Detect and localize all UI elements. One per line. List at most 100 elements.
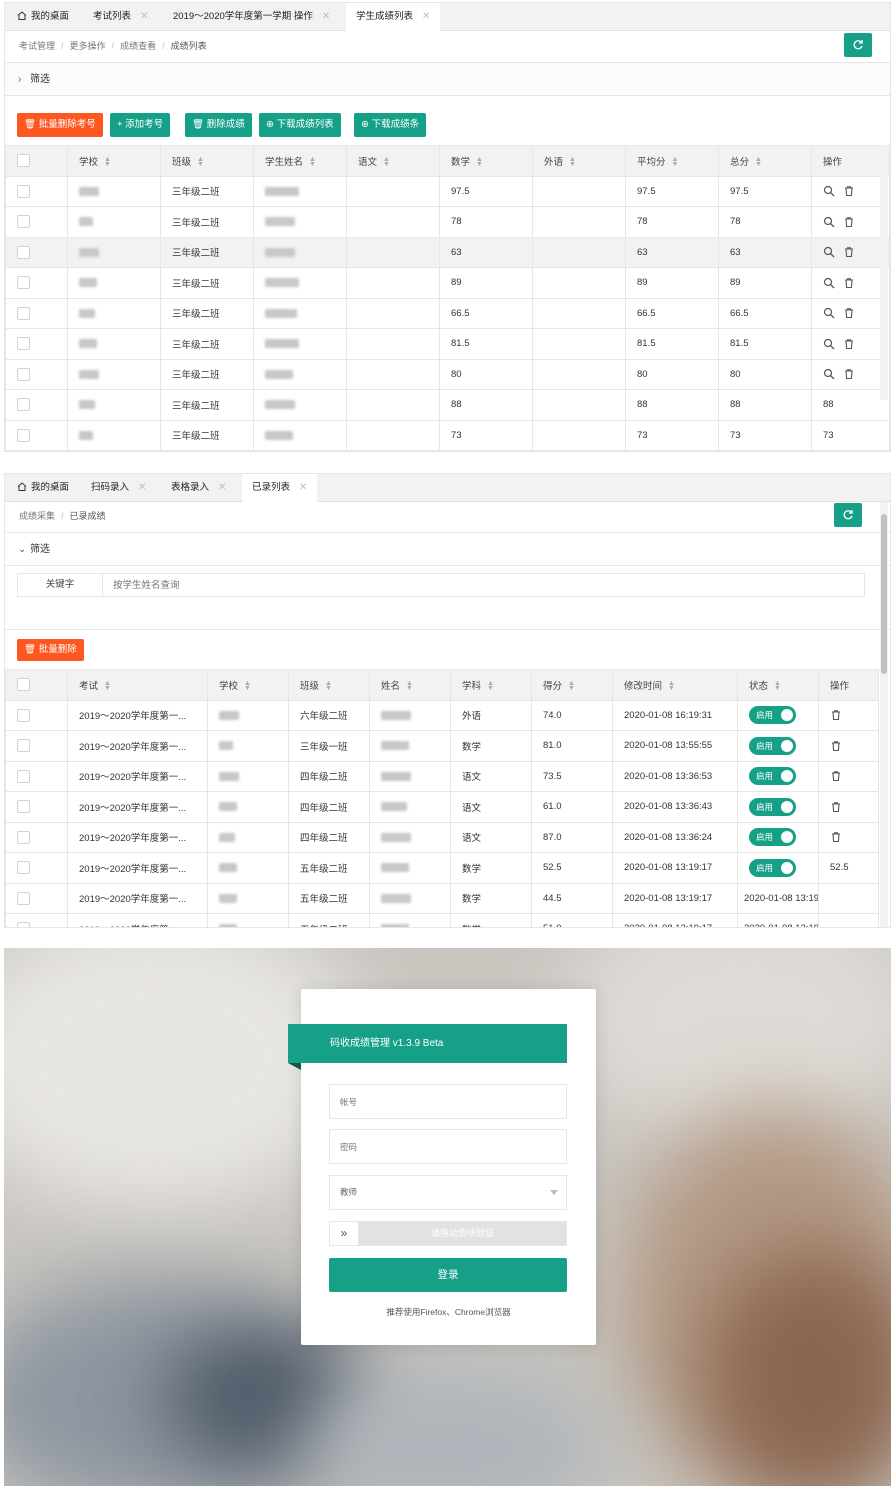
batch-delete-button[interactable]: 🗑 批量删除 bbox=[17, 639, 84, 661]
password-input[interactable] bbox=[329, 1129, 567, 1164]
trash-icon[interactable] bbox=[843, 277, 855, 289]
row-checkbox[interactable] bbox=[17, 769, 30, 783]
tab-scan-entry[interactable]: 扫码录入 ✕ bbox=[91, 474, 146, 502]
batch-delete-button[interactable]: 🗑 批量删除考号 bbox=[17, 113, 103, 137]
sort-icon[interactable]: ▲ ▼ bbox=[104, 156, 111, 168]
add-exam-number-button[interactable]: + 添加考号 bbox=[110, 113, 171, 137]
row-checkbox[interactable] bbox=[17, 306, 30, 320]
search-icon[interactable] bbox=[823, 246, 835, 258]
row-checkbox[interactable] bbox=[17, 398, 30, 412]
select-all-checkbox[interactable] bbox=[17, 678, 30, 692]
trash-icon[interactable] bbox=[843, 246, 855, 258]
column-header[interactable]: 语文 ▲ ▼ bbox=[346, 145, 440, 177]
trash-icon[interactable] bbox=[843, 368, 855, 380]
refresh-button[interactable] bbox=[834, 503, 862, 527]
trash-icon[interactable] bbox=[843, 338, 855, 350]
breadcrumb-item[interactable]: 成绩采集 bbox=[19, 511, 55, 521]
filter-toggle[interactable]: › 筛选 bbox=[5, 62, 890, 96]
row-checkbox[interactable] bbox=[17, 367, 30, 381]
trash-icon[interactable] bbox=[830, 831, 842, 843]
sort-icon[interactable]: ▲ ▼ bbox=[244, 680, 251, 692]
status-toggle[interactable]: 启用 bbox=[749, 828, 796, 847]
role-select[interactable]: 教师 bbox=[329, 1175, 567, 1210]
scrollbar-thumb[interactable] bbox=[881, 514, 887, 674]
tab-home[interactable]: 我的桌面 bbox=[17, 3, 69, 31]
column-header[interactable]: 数学 ▲ ▼ bbox=[439, 145, 533, 177]
row-checkbox[interactable] bbox=[17, 184, 30, 198]
trash-icon[interactable] bbox=[830, 801, 842, 813]
search-icon[interactable] bbox=[823, 185, 835, 197]
column-header[interactable]: 学生姓名 ▲ ▼ bbox=[253, 145, 347, 177]
column-header[interactable]: 班级 ▲ ▼ bbox=[288, 669, 370, 701]
row-checkbox[interactable] bbox=[17, 861, 30, 875]
trash-icon[interactable] bbox=[843, 185, 855, 197]
row-checkbox[interactable] bbox=[17, 428, 30, 442]
status-toggle[interactable]: 启用 bbox=[749, 767, 796, 786]
status-toggle[interactable]: 启用 bbox=[749, 736, 796, 755]
close-icon[interactable]: ✕ bbox=[138, 482, 146, 493]
sort-icon[interactable]: ▲ ▼ bbox=[672, 156, 679, 168]
breadcrumb-item[interactable]: 考试管理 bbox=[19, 41, 55, 51]
breadcrumb-item[interactable]: 更多操作 bbox=[70, 41, 106, 51]
status-toggle[interactable]: 启用 bbox=[749, 797, 796, 816]
column-header[interactable]: 学校 ▲ ▼ bbox=[67, 145, 161, 177]
close-icon[interactable]: ✕ bbox=[299, 482, 307, 493]
scrollbar[interactable] bbox=[880, 502, 888, 927]
search-icon[interactable] bbox=[823, 368, 835, 380]
column-header[interactable]: 姓名 ▲ ▼ bbox=[369, 669, 451, 701]
sort-icon[interactable]: ▲ ▼ bbox=[406, 680, 413, 692]
sort-icon[interactable]: ▲ ▼ bbox=[104, 680, 111, 692]
row-checkbox[interactable] bbox=[17, 739, 30, 753]
breadcrumb-item[interactable]: 成绩查看 bbox=[120, 41, 156, 51]
sort-icon[interactable]: ▲ ▼ bbox=[755, 156, 762, 168]
sort-icon[interactable]: ▲ ▼ bbox=[569, 156, 576, 168]
row-checkbox[interactable] bbox=[17, 830, 30, 844]
trash-icon[interactable] bbox=[830, 770, 842, 782]
trash-icon[interactable] bbox=[843, 307, 855, 319]
sort-icon[interactable]: ▲ ▼ bbox=[383, 156, 390, 168]
delete-scores-button[interactable]: 🗑 删除成绩 bbox=[185, 113, 252, 137]
search-icon[interactable] bbox=[823, 307, 835, 319]
login-button[interactable]: 登录 bbox=[329, 1258, 567, 1292]
sort-icon[interactable]: ▲ ▼ bbox=[668, 680, 675, 692]
scrollbar[interactable] bbox=[880, 145, 888, 400]
column-header[interactable]: 得分 ▲ ▼ bbox=[531, 669, 613, 701]
slider-handle[interactable]: » bbox=[330, 1222, 359, 1245]
download-list-button[interactable]: ⊕ 下载成绩列表 bbox=[259, 113, 341, 137]
close-icon[interactable]: ✕ bbox=[218, 482, 226, 493]
sort-icon[interactable]: ▲ ▼ bbox=[774, 680, 781, 692]
search-icon[interactable] bbox=[823, 277, 835, 289]
column-header[interactable]: 总分 ▲ ▼ bbox=[718, 145, 812, 177]
column-header[interactable]: 班级 ▲ ▼ bbox=[160, 145, 254, 177]
column-header[interactable]: 状态 ▲ ▼ bbox=[737, 669, 819, 701]
tab-student-scores[interactable]: 学生成绩列表 ✕ bbox=[346, 3, 441, 32]
sort-icon[interactable]: ▲ ▼ bbox=[325, 680, 332, 692]
row-checkbox[interactable] bbox=[17, 708, 30, 722]
sort-icon[interactable]: ▲ ▼ bbox=[309, 156, 316, 168]
close-icon[interactable]: ✕ bbox=[422, 11, 430, 22]
account-input[interactable] bbox=[329, 1084, 567, 1119]
column-header[interactable]: 外语 ▲ ▼ bbox=[532, 145, 626, 177]
row-checkbox[interactable] bbox=[17, 922, 30, 927]
keyword-input[interactable] bbox=[104, 574, 864, 596]
tab-exam-operation[interactable]: 2019～2020学年度第一学期 操作 ✕ bbox=[173, 3, 330, 31]
column-header[interactable]: 平均分 ▲ ▼ bbox=[625, 145, 719, 177]
search-icon[interactable] bbox=[823, 338, 835, 350]
status-toggle[interactable]: 启用 bbox=[749, 858, 796, 877]
column-header[interactable]: 学科 ▲ ▼ bbox=[450, 669, 532, 701]
row-checkbox[interactable] bbox=[17, 337, 30, 351]
sort-icon[interactable]: ▲ ▼ bbox=[568, 680, 575, 692]
download-slips-button[interactable]: ⊕ 下载成绩条 bbox=[354, 113, 427, 137]
trash-icon[interactable] bbox=[843, 216, 855, 228]
row-checkbox[interactable] bbox=[17, 215, 30, 229]
column-header[interactable]: 考试 ▲ ▼ bbox=[67, 669, 208, 701]
sort-icon[interactable]: ▲ ▼ bbox=[197, 156, 204, 168]
tab-entered-list[interactable]: 已录列表 ✕ bbox=[242, 474, 318, 503]
row-checkbox[interactable] bbox=[17, 800, 30, 814]
close-icon[interactable]: ✕ bbox=[140, 11, 148, 22]
tab-table-entry[interactable]: 表格录入 ✕ bbox=[171, 474, 226, 502]
select-all-checkbox[interactable] bbox=[17, 154, 30, 168]
refresh-button[interactable] bbox=[844, 33, 872, 57]
trash-icon[interactable] bbox=[830, 740, 842, 752]
row-checkbox[interactable] bbox=[17, 276, 30, 290]
